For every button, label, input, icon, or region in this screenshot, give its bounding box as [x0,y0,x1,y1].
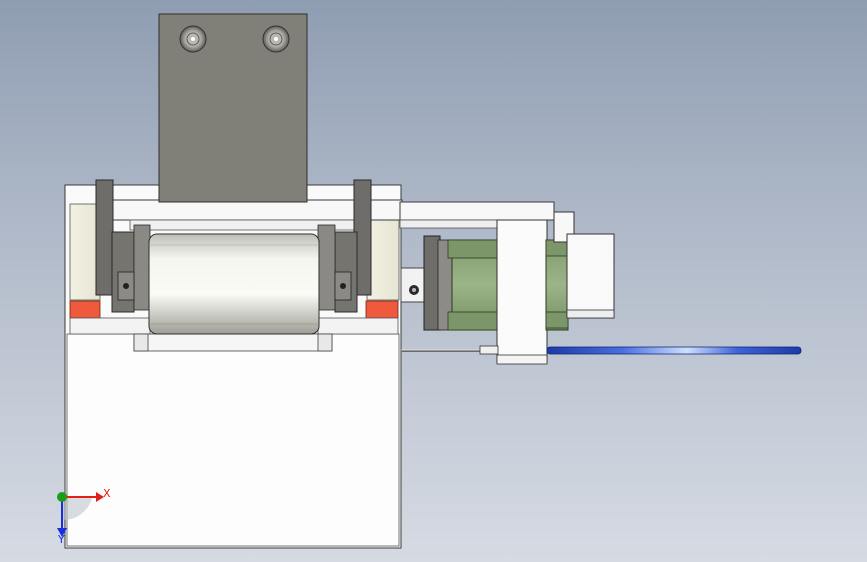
top-extension-arm-lower [399,219,501,229]
lower-roller-guard-right [317,333,333,352]
blue-rod [546,346,802,355]
guide-wire-collar [479,345,499,355]
cad-viewport[interactable]: X Y [0,0,867,562]
right-bearing-hole [340,283,346,289]
assembly-drawing: X Y [57,13,802,549]
mounting-bolt-right [262,25,290,53]
motor-flange-bottom [447,311,499,331]
right-base-strip [317,317,399,335]
y-axis-dot [57,492,67,502]
lower-roller-guard-left [133,333,149,352]
left-base-strip [69,317,151,335]
y-axis-label: Y [57,533,65,546]
x-axis-label: X [103,487,111,500]
end-cap [566,233,615,319]
lower-roller-guard [133,333,333,352]
carriage-bottom-plate [496,354,548,365]
slide-carriage [496,219,548,363]
base-lower-panel [66,333,400,547]
left-bearing-hole [123,283,129,289]
left-red-pad [69,300,101,319]
right-bracket-inner [317,224,336,311]
right-red-pad [365,300,399,319]
roller-drum [148,233,320,335]
top-extension-arm [399,201,555,221]
left-vertical-post [95,179,114,296]
mounting-bolt-left [179,25,207,53]
motor-flange-top [447,239,499,259]
left-bracket-inner [133,224,151,311]
